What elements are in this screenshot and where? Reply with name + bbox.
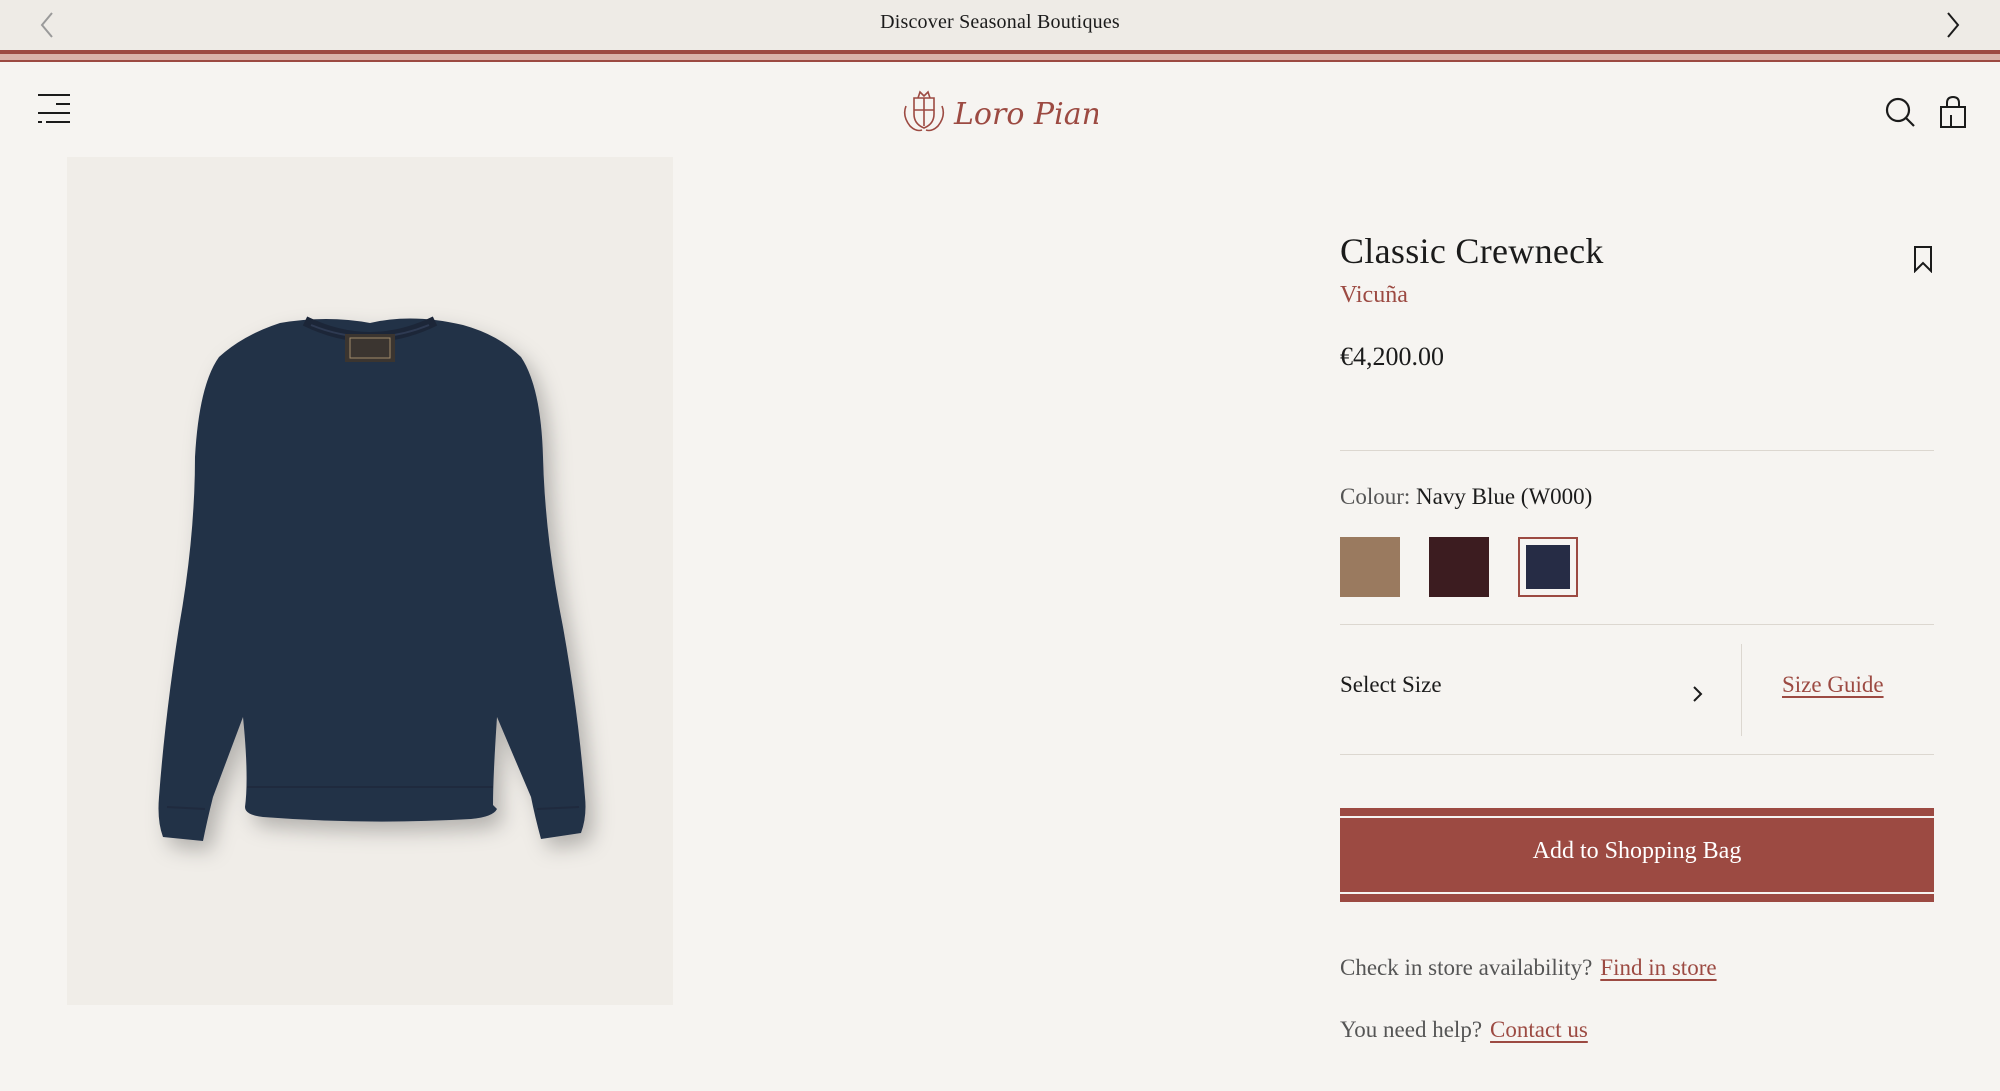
colour-selected-value: Navy Blue (W000) [1416, 484, 1593, 509]
divider [1340, 450, 1934, 451]
promo-bar: Discover Seasonal Boutiques [0, 0, 2000, 50]
size-divider [1741, 644, 1742, 736]
shopping-bag-icon[interactable] [1938, 95, 1968, 129]
help-question: You need help? [1340, 1017, 1483, 1042]
select-size-button[interactable]: Select Size [1340, 672, 1442, 698]
button-stripe [1340, 892, 1934, 894]
header-stripe [0, 60, 2000, 62]
bookmark-icon[interactable] [1912, 245, 1934, 273]
product-price: €4,200.00 [1340, 342, 1444, 371]
loro-piana-logo[interactable]: Loro Piana [898, 84, 1098, 140]
logo-text: Loro Piana [953, 97, 1098, 132]
swatch-burgundy[interactable] [1429, 537, 1489, 597]
chevron-right-icon[interactable] [1938, 9, 1966, 41]
colour-label: Colour: Navy Blue (W000) [1340, 484, 1592, 510]
colour-label-prefix: Colour: [1340, 484, 1411, 509]
contact-us-link[interactable]: Contact us [1490, 1017, 1588, 1042]
swatch-fill [1526, 545, 1570, 589]
add-to-bag-button[interactable]: Add to Shopping Bag [1340, 808, 1934, 902]
product-title: Classic Crewneck [1340, 231, 1604, 271]
product-material[interactable]: Vicuña [1340, 282, 1408, 309]
divider [1340, 624, 1934, 625]
swatch-camel[interactable] [1340, 537, 1400, 597]
promo-text[interactable]: Discover Seasonal Boutiques [0, 11, 2000, 34]
divider [1340, 754, 1934, 755]
swatch-fill [1429, 537, 1489, 597]
add-to-bag-label: Add to Shopping Bag [1532, 838, 1742, 864]
menu-icon[interactable] [36, 92, 72, 128]
product-image[interactable] [67, 157, 673, 1005]
swatch-navy[interactable] [1518, 537, 1578, 597]
size-guide-link[interactable]: Size Guide [1782, 672, 1884, 698]
store-availability-question: Check in store availability? [1340, 955, 1593, 980]
button-stripe [1340, 816, 1934, 818]
search-icon[interactable] [1884, 96, 1916, 128]
swatch-fill [1340, 537, 1400, 597]
sweater-illustration [158, 316, 586, 841]
store-availability: Check in store availability? Find in stor… [1340, 955, 1717, 981]
find-in-store-link[interactable]: Find in store [1600, 955, 1716, 980]
help-line: You need help? Contact us [1340, 1017, 1588, 1043]
chevron-right-icon[interactable] [1688, 682, 1708, 706]
